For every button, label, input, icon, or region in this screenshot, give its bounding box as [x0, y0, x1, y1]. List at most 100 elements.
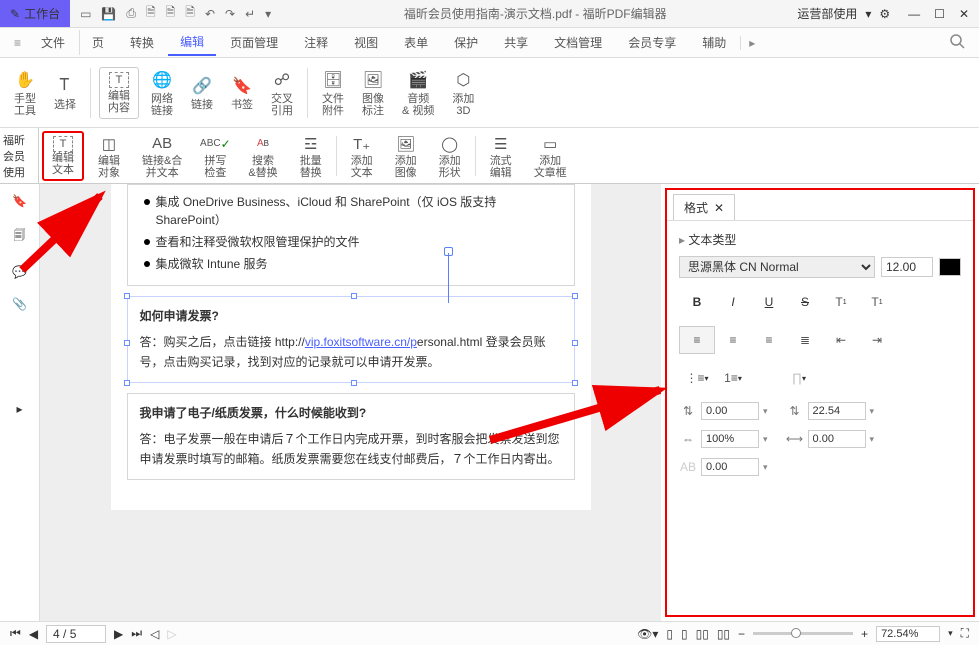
continuous-facing-icon[interactable]: ▯▯ [717, 627, 730, 641]
indent-decrease-button[interactable]: ⇤ [823, 326, 859, 354]
subribbon-edit-text[interactable]: T编辑 文本 [42, 131, 84, 181]
right-collapse-icon[interactable]: ▸ [600, 392, 614, 414]
close-icon[interactable]: ✕ [959, 7, 969, 21]
underline-button[interactable]: U [751, 288, 787, 316]
document-viewport[interactable]: 集成 OneDrive Business、iCloud 和 SharePoint… [40, 184, 661, 621]
single-page-icon[interactable]: ▯ [666, 627, 673, 641]
doc1-icon[interactable]: 🗎 [146, 3, 156, 24]
menu-more-icon[interactable]: ▸ [740, 36, 763, 50]
menu-page[interactable]: 页 [79, 30, 116, 55]
doc3-icon[interactable]: 🗎 [185, 3, 195, 24]
ribbon-weblink[interactable]: 🌐网络 链接 [145, 67, 179, 119]
subribbon-flow-edit[interactable]: ☰流式 编辑 [482, 130, 520, 182]
undo-icon[interactable]: ↶ [205, 7, 215, 21]
align-left-button[interactable]: ≡ [679, 326, 715, 354]
redo-icon[interactable]: ↷ [225, 7, 235, 21]
doc2-icon[interactable]: 🗎 [166, 3, 176, 24]
attachments-panel-icon[interactable]: 📎 [12, 297, 27, 311]
italic-button[interactable]: I [715, 288, 751, 316]
subribbon-add-shape[interactable]: ◯添加 形状 [431, 130, 469, 182]
ribbon-hand-tool[interactable]: ✋手型 工具 [8, 67, 42, 119]
ribbon-bookmark[interactable]: 🔖书签 [225, 73, 259, 113]
align-right-button[interactable]: ≡ [751, 326, 787, 354]
menu-file[interactable]: 文件 [29, 30, 77, 55]
subscript-button[interactable]: T1 [859, 288, 895, 316]
menu-member[interactable]: 会员专享 [616, 30, 688, 55]
align-justify-button[interactable]: ≣ [787, 326, 823, 354]
ribbon-3d[interactable]: ⬡添加 3D [446, 67, 480, 119]
subribbon-search-replace[interactable]: AB搜索 &替换 [240, 130, 285, 182]
dropdown-icon[interactable]: ▾ [265, 7, 271, 21]
pages-panel-icon[interactable]: 🗐 [14, 226, 26, 247]
paragraph-spacing-button[interactable]: ∏▾ [781, 364, 817, 392]
char-spacing-input[interactable] [701, 402, 759, 420]
indent-increase-button[interactable]: ⇥ [859, 326, 895, 354]
format-tab[interactable]: 格式✕ [673, 194, 735, 220]
align-center-button[interactable]: ≡ [715, 326, 751, 354]
menu-annotate[interactable]: 注释 [292, 30, 340, 55]
ribbon-av[interactable]: 🎬音频 & 视频 [396, 67, 440, 119]
baseline-input[interactable] [808, 430, 866, 448]
ribbon-crossref[interactable]: ☍交叉 引用 [265, 67, 299, 119]
ribbon-attachment[interactable]: 🗄文件 附件 [316, 67, 350, 119]
font-color-swatch[interactable] [939, 258, 961, 276]
minimize-icon[interactable]: — [908, 7, 920, 21]
menu-form[interactable]: 表单 [392, 30, 440, 55]
fullscreen-icon[interactable]: ⛶ [961, 626, 969, 641]
menu-accessibility[interactable]: 辅助 [690, 30, 738, 55]
zoom-slider[interactable] [753, 632, 853, 635]
menu-hamburger-icon[interactable]: ≡ [8, 36, 27, 50]
subribbon-edit-object[interactable]: ◫编辑 对象 [90, 130, 128, 182]
qa-box-1[interactable]: 如何申请发票? 答：购买之后，点击链接 http://vip.foxitsoft… [127, 296, 575, 383]
menu-edit[interactable]: 编辑 [168, 29, 216, 56]
zoom-input[interactable] [876, 626, 940, 642]
subribbon-batch-replace[interactable]: ☲批量 替换 [292, 130, 330, 182]
ribbon-select[interactable]: Ꭲ选择 [48, 73, 82, 113]
subribbon-spellcheck[interactable]: ABC✓拼写 检查 [196, 130, 234, 182]
subribbon-link-merge[interactable]: AB链接&合 并文本 [134, 130, 190, 182]
superscript-button[interactable]: T1 [823, 288, 859, 316]
hand-pointer-icon[interactable]: ↵ [245, 7, 255, 21]
menu-convert[interactable]: 转换 [118, 30, 166, 55]
facing-icon[interactable]: ▯▯ [696, 627, 709, 641]
prev-page-icon[interactable]: ◀ [29, 627, 38, 641]
last-page-icon[interactable]: ⏭ [131, 626, 142, 641]
ribbon-link[interactable]: 🔗链接 [185, 73, 219, 113]
zoom-in-icon[interactable]: + [861, 627, 868, 641]
numbered-list-button[interactable]: 1≡▾ [715, 364, 751, 392]
tab-close-icon[interactable]: ✕ [714, 201, 724, 215]
subribbon-add-text[interactable]: T₊添加 文本 [343, 130, 381, 182]
menu-view[interactable]: 视图 [342, 30, 390, 55]
rotation-input[interactable] [701, 458, 759, 476]
save-icon[interactable]: 💾 [101, 7, 116, 21]
comments-panel-icon[interactable]: 💬 [12, 265, 27, 279]
settings-icon[interactable]: ⚙ [879, 7, 890, 21]
subribbon-add-frame[interactable]: ▭添加 文章框 [526, 130, 575, 182]
bold-button[interactable]: B [679, 288, 715, 316]
nav-fwd-icon[interactable]: ▷ [167, 627, 176, 641]
ribbon-edit-content[interactable]: T编辑 内容 [99, 67, 139, 119]
nav-back-icon[interactable]: ◁ [150, 627, 159, 641]
workspace-button[interactable]: ✎ 工作台 [0, 0, 70, 27]
print-icon[interactable]: ⎙ [126, 6, 136, 21]
font-select[interactable]: 思源黑体 CN Normal [679, 256, 875, 278]
menu-share[interactable]: 共享 [492, 30, 540, 55]
left-expand-icon[interactable]: ▸ [16, 402, 22, 416]
line-height-input[interactable] [808, 402, 866, 420]
bookmark-panel-icon[interactable]: 🔖 [12, 194, 27, 208]
scale-input[interactable] [701, 430, 759, 448]
subribbon-add-image[interactable]: 🖼添加 图像 [387, 130, 425, 182]
first-page-icon[interactable]: ⏮ [10, 626, 21, 641]
page-input[interactable] [46, 625, 106, 643]
sub-tab-label[interactable]: 福昕会员使用 [0, 128, 39, 183]
ribbon-image-annot[interactable]: 🖼图像 标注 [356, 67, 390, 119]
bullet-list-button[interactable]: ⋮≡▾ [679, 364, 715, 392]
next-page-icon[interactable]: ▶ [114, 627, 123, 641]
chevron-down-icon[interactable]: ▾ [865, 7, 871, 21]
search-icon[interactable] [935, 33, 979, 52]
menu-pagemgmt[interactable]: 页面管理 [218, 30, 290, 55]
view-mode-icon[interactable]: 👁▾ [637, 627, 658, 641]
strikethrough-button[interactable]: S [787, 288, 823, 316]
q1-link[interactable]: vip.foxitsoftware.cn/p [305, 335, 417, 349]
open-icon[interactable]: ▭ [80, 7, 91, 21]
